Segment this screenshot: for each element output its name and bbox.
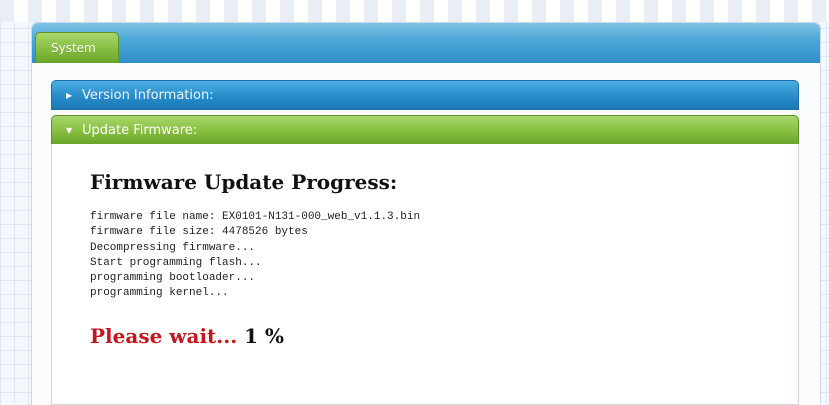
- progress-percent: 1 %: [244, 324, 285, 348]
- please-wait-text: Please wait...: [90, 324, 238, 348]
- version-information-label: Version Information:: [82, 88, 214, 103]
- update-firmware-header[interactable]: ▼ Update Firmware:: [51, 115, 799, 145]
- progress-heading: Firmware Update Progress:: [90, 170, 398, 194]
- update-firmware-content: Firmware Update Progress: firmware file …: [51, 144, 799, 405]
- update-firmware-label: Update Firmware:: [82, 123, 198, 138]
- top-strip: [0, 0, 829, 22]
- log-line: programming kernel...: [90, 287, 229, 300]
- version-information-header[interactable]: ▶ Version Information:: [51, 80, 799, 110]
- progress-status: Please wait... 1 %: [90, 324, 284, 348]
- log-line: Decompressing firmware...: [90, 241, 256, 254]
- chevron-down-icon: ▼: [66, 126, 73, 135]
- log-line: programming bootloader...: [90, 272, 256, 285]
- log-line: firmware file size: 4478526 bytes: [90, 226, 308, 239]
- tab-bar: System: [32, 23, 820, 63]
- log-line: firmware file name: EX0101-N131-000_web_…: [90, 211, 421, 223]
- log-line: Start programming flash...: [90, 256, 262, 269]
- tab-system[interactable]: System: [35, 32, 119, 63]
- chevron-right-icon: ▶: [66, 91, 73, 100]
- progress-log: firmware file name: EX0101-N131-000_web_…: [90, 210, 420, 302]
- system-panel: System ▶ Version Information: ▼ Update F…: [31, 22, 821, 405]
